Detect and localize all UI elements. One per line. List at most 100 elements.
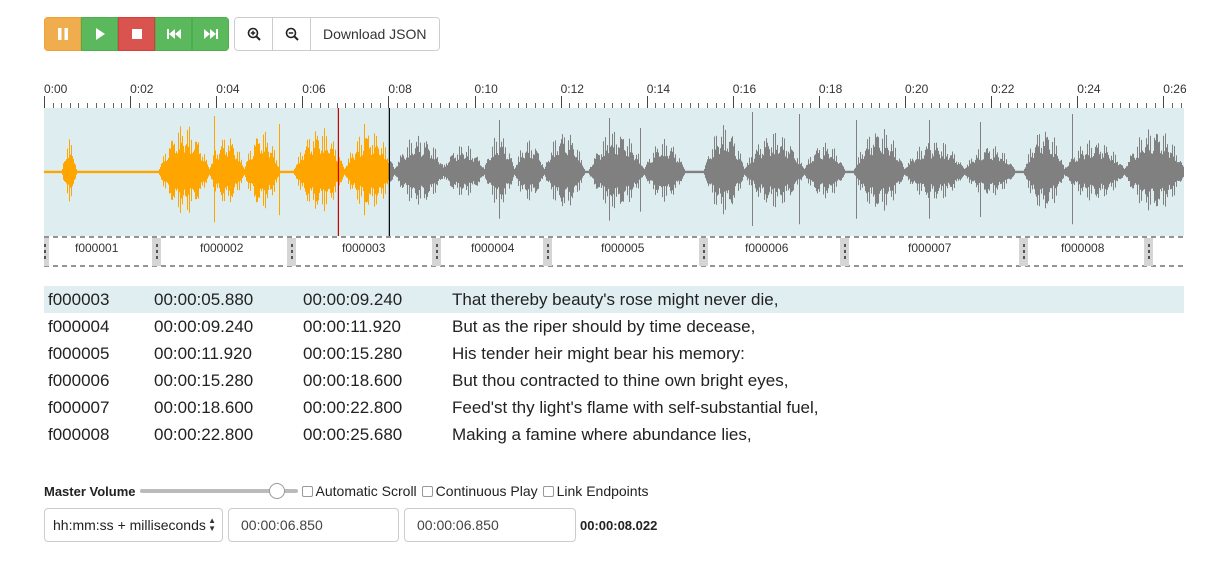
waveform[interactable] [44,108,1184,236]
timeline-tick-label: 0:06 [302,82,326,96]
fragment-begin: 00:00:11.920 [154,343,252,363]
segment-label[interactable]: f000007 [908,241,951,255]
timeline-tick-label: 0:22 [991,82,1015,96]
fragment-text: But thou contracted to thine own bright … [452,370,789,390]
timeline-tick-label: 0:20 [905,82,929,96]
timeline-tick-label: 0:16 [732,82,757,96]
segment-label[interactable]: f000002 [200,241,243,255]
fragment-begin: 00:00:05.880 [154,289,254,309]
fragment-row[interactable]: f000005 00:00:11.920 00:00:15.280 His te… [44,340,1184,367]
timeline-major-tick [818,96,820,108]
automatic-scroll-label: Automatic Scroll [315,483,417,499]
segment-boundary-handle[interactable] [432,238,441,266]
fragment-end: 00:00:18.600 [303,370,403,390]
segment-label[interactable]: f000001 [75,241,118,255]
link-endpoints-checkbox[interactable]: Link Endpoints [542,483,648,499]
zoom-download-group: Download JSON [234,17,440,51]
timeline-tick-label: 0:26 [1163,82,1187,96]
continuous-play-label: Continuous Play [435,483,538,499]
timeline-major-tick [646,96,648,108]
segment-label[interactable]: f000004 [471,241,514,255]
download-json-button[interactable]: Download JSON [311,18,439,50]
zoom-in-icon [247,27,261,41]
segment-label[interactable]: f000003 [342,241,385,255]
timeline-major-tick [388,96,390,108]
timeline-major-tick [991,96,993,108]
timeline-major-tick [44,96,45,108]
waveform-canvas [44,108,1184,236]
fragment-begin: 00:00:22.800 [154,424,254,444]
automatic-scroll-checkbox[interactable]: Automatic Scroll [301,483,417,499]
master-volume-label: Master Volume [44,483,136,499]
segment-boundary-handle[interactable] [699,238,708,266]
zoom-out-icon [285,27,299,41]
timeline-major-tick [560,96,562,108]
timeline-major-tick [130,96,132,108]
play-button[interactable] [81,17,118,51]
segment-boundary-handle[interactable] [1144,238,1153,266]
fragment-end: 00:00:09.240 [303,289,403,309]
skip-backward-button[interactable] [155,17,192,51]
skip-forward-button[interactable] [192,17,229,51]
segment-label[interactable]: f000005 [601,241,644,255]
zoom-in-button[interactable] [235,18,273,50]
toolbar: Download JSON [44,17,440,51]
fragment-begin: 00:00:15.280 [154,370,254,390]
timeline-tick-label: 0:12 [560,82,584,96]
timeline-tick-label: 0:08 [388,82,412,96]
stop-button[interactable] [118,17,155,51]
timeline-major-tick [1163,96,1165,108]
segment-boundary-handle[interactable] [152,238,161,266]
play-icon [95,28,105,40]
fragment-row[interactable]: f000008 00:00:22.800 00:00:25.680 Making… [44,421,1184,448]
select-arrows-icon: ▲ ▼ [208,516,216,533]
pause-button[interactable] [44,17,81,51]
segment-label[interactable]: f000008 [1061,241,1104,255]
stop-icon [131,29,142,39]
checkbox-box[interactable] [542,485,554,497]
end-time-field[interactable]: 00:00:06.850 [404,508,576,542]
fragment-end: 00:00:22.800 [303,397,403,417]
timeline-tick-label: 0:24 [1077,82,1101,96]
timeline-tick-label: 0:14 [646,82,671,96]
fragment-text: Feed'st thy light's flame with self-subs… [452,397,819,417]
fragment-row[interactable]: f000004 00:00:09.240 00:00:11.920 But as… [44,313,1184,340]
fragment-row[interactable]: f000007 00:00:18.600 00:00:22.800 Feed's… [44,394,1184,421]
timeline-ruler[interactable]: 0:00 0:02 0:04 0:06 0:08 0:10 0:12 0:14 0:16 0:18… [44,72,1187,108]
fragment-row[interactable]: f000003 00:00:05.880 00:00:09.240 That t… [44,286,1184,313]
fragment-end: 00:00:25.680 [303,424,403,444]
segment-boundary-handle[interactable] [543,238,552,266]
fragment-list: f000003 00:00:05.880 00:00:09.240 That t… [44,286,1184,448]
segment-boundary-handle[interactable] [1019,238,1028,266]
fragment-text: His tender heir might bear his memory: [452,343,745,363]
begin-time-field[interactable]: 00:00:06.850 [228,508,399,542]
segment-boundary-handle[interactable] [287,238,296,266]
segment-track[interactable]: f000001 f000002 f000003 f000004 f000005 f0000… [44,236,1184,268]
timeline-major-tick [302,96,304,108]
continuous-play-checkbox[interactable]: Continuous Play [421,483,538,499]
timeline-major-tick [1077,96,1079,108]
checkbox-box[interactable] [301,485,313,497]
timeline-major-tick [905,96,906,108]
fragment-text: But as the riper should by time decease, [452,316,756,336]
fragment-text: Making a famine where abundance lies, [452,424,752,444]
fragment-begin: 00:00:09.240 [154,316,254,336]
time-fields: hh:mm:ss + milliseconds ▲ ▼ 00:00:06.850 … [44,508,657,542]
timeline-tick-label: 0:04 [216,82,240,96]
fragment-row[interactable]: f000006 00:00:15.280 00:00:18.600 But th… [44,367,1184,394]
master-volume-slider[interactable] [139,481,298,501]
time-format-value: hh:mm:ss + milliseconds [53,517,206,533]
segment-boundary-handle[interactable] [840,238,849,266]
slider-thumb[interactable] [268,483,285,499]
checkbox-box[interactable] [421,485,433,497]
time-format-select[interactable]: hh:mm:ss + milliseconds ▲ ▼ [44,508,223,542]
unplayed-waveform [390,112,1184,226]
zoom-out-button[interactable] [273,18,311,50]
fragment-id: f000005 [48,343,110,363]
skip-forward-icon [203,29,218,39]
segment-boundary-handle[interactable] [44,238,49,266]
fragment-id: f000006 [48,370,110,390]
timeline-major-tick [474,96,476,108]
fragment-end: 00:00:11.920 [303,316,401,336]
segment-label[interactable]: f000006 [745,241,788,255]
